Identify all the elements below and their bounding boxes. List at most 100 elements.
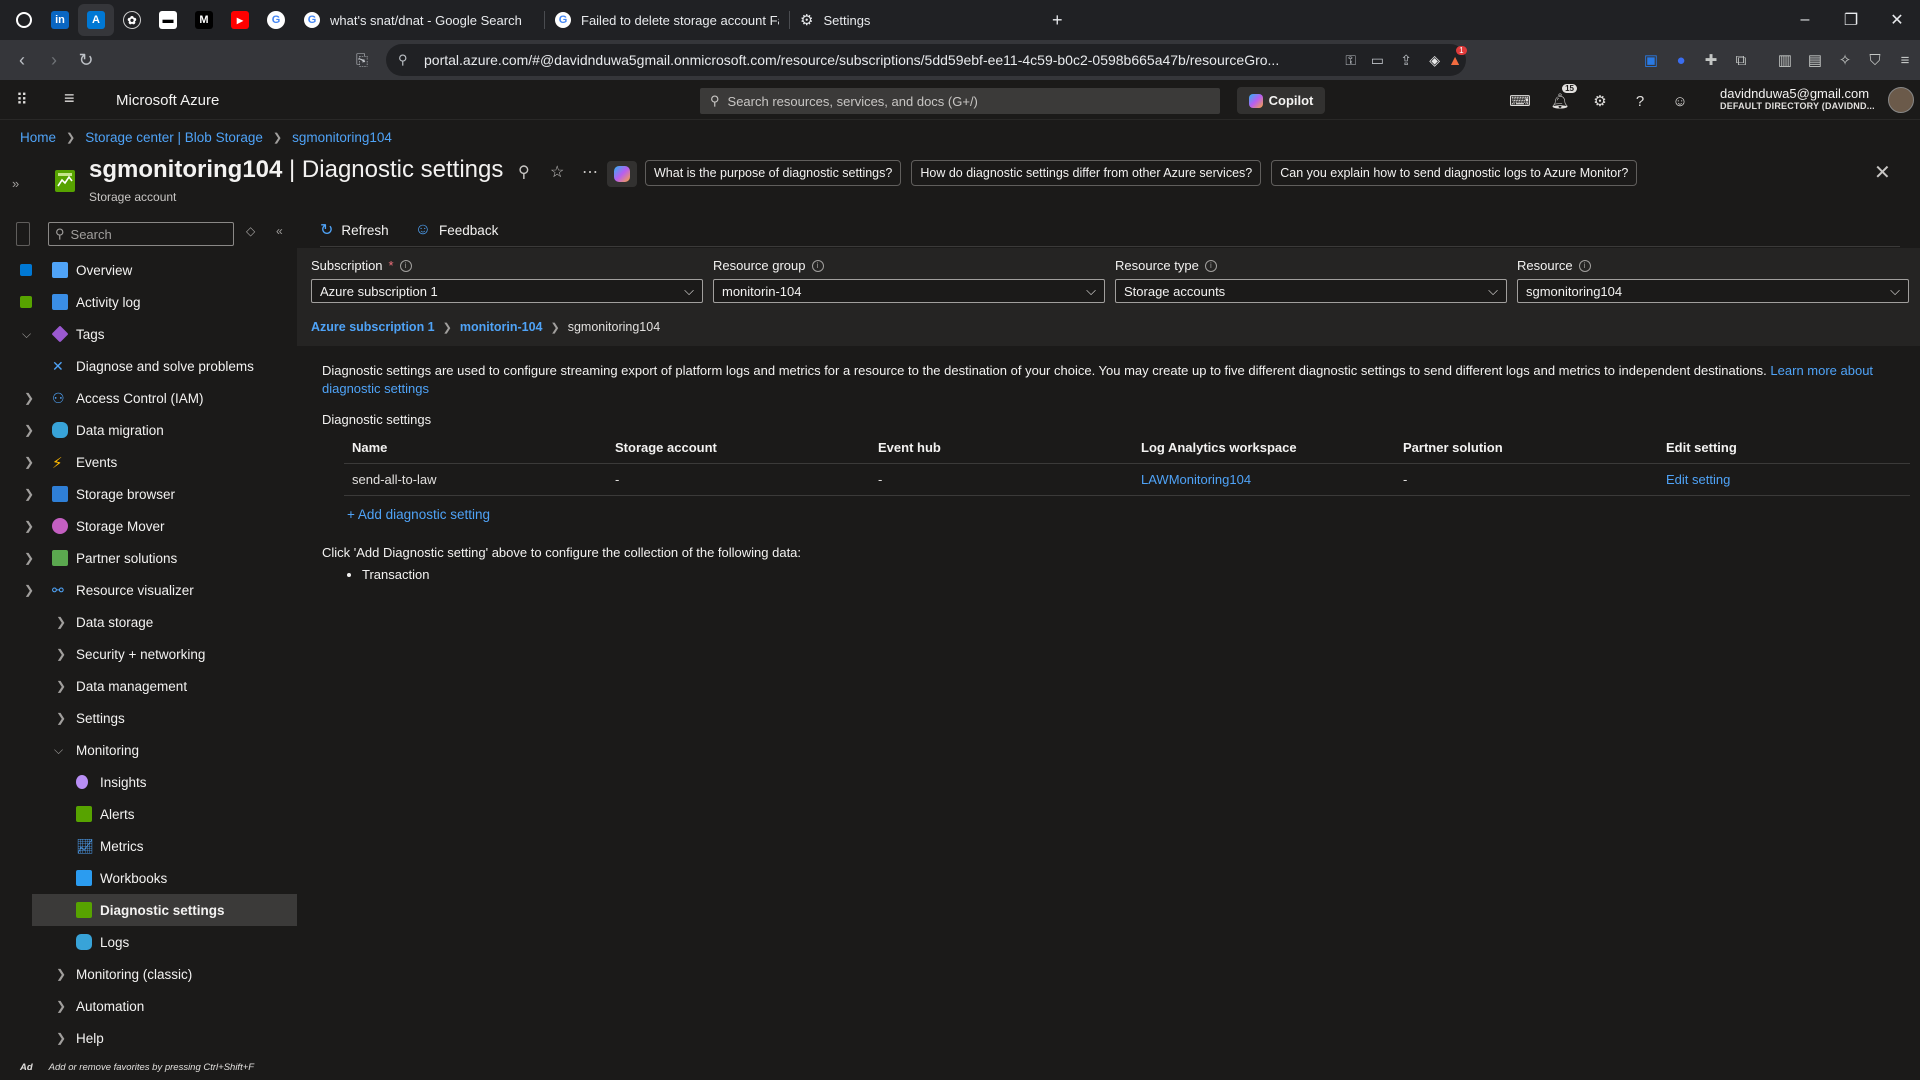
notifications-bell-icon[interactable]: 🔔︎ 15 [1549, 84, 1577, 112]
subscription-select[interactable]: Azure subscription 1 ⌵ [311, 279, 703, 303]
close-blade-icon[interactable]: ✕ [1874, 160, 1891, 185]
feedback-button[interactable]: ☺ Feedback [415, 220, 499, 240]
cloud-shell-icon[interactable]: ⌨ [1509, 90, 1531, 112]
sidebar-group-security-networking[interactable]: ❯ Security + networking [0, 638, 297, 670]
scope-resource-group-link[interactable]: monitorin-104 [460, 320, 543, 334]
sidebar-item-storage-mover[interactable]: ❯ Storage Mover [0, 510, 297, 542]
portal-brand[interactable]: Microsoft Azure [116, 92, 219, 109]
sort-icon[interactable]: ◇ [246, 224, 255, 238]
settings-gear-icon[interactable]: ⚙ [1589, 90, 1611, 112]
leo-ai-icon[interactable]: ✧ [1830, 45, 1860, 75]
pinned-tab-youtube[interactable]: ▶ [222, 4, 258, 36]
reload-button[interactable]: ↻ [70, 44, 102, 76]
sidebar-group-help[interactable]: ❯ Help [0, 1022, 297, 1054]
suggestion-chip[interactable]: What is the purpose of diagnostic settin… [645, 160, 902, 186]
feedback-icon[interactable]: ☺ [1669, 90, 1691, 112]
add-diagnostic-setting-link[interactable]: + Add diagnostic setting [347, 507, 490, 522]
sidebar-item-partner-solutions[interactable]: ❯ Partner solutions [0, 542, 297, 574]
minimize-button[interactable]: – [1782, 11, 1828, 29]
pinned-tab-azure[interactable]: A [78, 4, 114, 36]
sidebar-item-overview[interactable]: Overview [0, 254, 297, 286]
sidebar-group-settings[interactable]: ❯ Settings [0, 702, 297, 734]
sidebar-item-activity-log[interactable]: Activity log [0, 286, 297, 318]
address-bar[interactable]: ⚲ portal.azure.com/#@davidnduwa5gmail.on… [386, 44, 1467, 76]
pinned-tab-google[interactable]: G [258, 4, 294, 36]
pinned-tab-linkedin[interactable]: in [42, 4, 78, 36]
info-icon[interactable]: i [811, 259, 824, 272]
brave-rewards-icon[interactable]: ▲ 1 [1448, 46, 1467, 68]
scope-subscription-link[interactable]: Azure subscription 1 [311, 320, 435, 334]
sidebar-item-data-migration[interactable]: ❯ Data migration [0, 414, 297, 446]
sidebar-group-monitoring-classic[interactable]: ❯ Monitoring (classic) [0, 958, 297, 990]
resource-select[interactable]: sgmonitoring104 ⌵ [1517, 279, 1909, 303]
favorite-star-icon[interactable]: ☆ [550, 162, 564, 182]
resource-group-select[interactable]: monitorin-104 ⌵ [713, 279, 1105, 303]
pinned-tab-github[interactable] [6, 4, 42, 36]
breadcrumb-home[interactable]: Home [20, 130, 56, 145]
expand-sidebar-icon[interactable]: » [12, 176, 19, 191]
sidebar-group-data-management[interactable]: ❯ Data management [0, 670, 297, 702]
sidebar-item-storage-browser[interactable]: ❯ Storage browser [0, 478, 297, 510]
info-icon[interactable]: i [1204, 259, 1217, 272]
suggestion-chip[interactable]: Can you explain how to send diagnostic l… [1271, 160, 1638, 186]
sidebar-item-tags[interactable]: ⌵ Tags [0, 318, 297, 350]
portal-menu-icon[interactable]: ≡ [64, 88, 75, 109]
breadcrumb-storage-center[interactable]: Storage center | Blob Storage [85, 130, 263, 145]
bookmark-icon[interactable]: ⎘ [346, 44, 378, 76]
pinned-tab-openai[interactable]: ✿ [114, 4, 150, 36]
more-options-icon[interactable]: ⋯ [582, 162, 598, 182]
back-button[interactable]: ‹ [6, 44, 38, 76]
screenshot-icon[interactable]: ⧉ [1726, 45, 1756, 75]
browser-tab-failed-delete[interactable]: G Failed to delete storage account Faile [545, 4, 789, 36]
info-icon[interactable]: i [1578, 259, 1591, 272]
browser-tab-settings[interactable]: ⚙ Settings [790, 4, 1040, 36]
pin-icon[interactable]: ⚲ [518, 162, 530, 182]
sidebar-item-logs[interactable]: Logs [0, 926, 297, 958]
app-launcher-icon[interactable]: ⠿ [16, 90, 28, 110]
browser-menu-icon[interactable]: ≡ [1890, 45, 1920, 75]
extension-circle-icon[interactable]: ● [1666, 45, 1696, 75]
close-window-button[interactable]: ✕ [1874, 10, 1920, 30]
info-icon[interactable]: i [399, 259, 412, 272]
cast-icon[interactable]: ▭ [1371, 52, 1384, 69]
sidebar-group-automation[interactable]: ❯ Automation [0, 990, 297, 1022]
menu-search-input[interactable]: ⚲ Search [48, 222, 234, 246]
password-key-icon[interactable]: ⚿ [1345, 52, 1356, 69]
sidebar-item-events[interactable]: ❯ ⚡︎ Events [0, 446, 297, 478]
edit-setting-link[interactable]: Edit setting [1666, 472, 1730, 487]
forward-button[interactable]: › [38, 44, 70, 76]
browser-tab-google-search[interactable]: G what's snat/dnat - Google Search [294, 4, 544, 36]
site-info-icon[interactable]: ⚲ [398, 52, 408, 68]
extensions-puzzle-icon[interactable]: ✚ [1696, 45, 1726, 75]
sidebar-item-metrics[interactable]: 📈︎ Metrics [0, 830, 297, 862]
collapse-menu-icon[interactable]: « [276, 224, 283, 238]
pinned-tab-notion[interactable]: ▬ [150, 4, 186, 36]
sidebar-group-monitoring[interactable]: ⌵ Monitoring [0, 734, 297, 766]
wallet-icon[interactable]: ▤ [1800, 45, 1830, 75]
suggestion-chip[interactable]: How do diagnostic settings differ from o… [911, 160, 1262, 186]
global-search-input[interactable]: ⚲ Search resources, services, and docs (… [700, 88, 1220, 114]
sidebar-item-iam[interactable]: ❯ ⚇ Access Control (IAM) [0, 382, 297, 414]
log-analytics-workspace-link[interactable]: LAWMonitoring104 [1141, 472, 1251, 487]
account-menu[interactable]: davidnduwa5@gmail.com DEFAULT DIRECTORY … [1720, 86, 1875, 111]
brave-shield-icon[interactable]: ◈ [1429, 52, 1440, 69]
avatar[interactable] [1888, 87, 1914, 113]
new-tab-button[interactable]: + [1040, 4, 1075, 36]
sidebar-item-insights[interactable]: Insights [0, 766, 297, 798]
share-icon[interactable]: ⇪ [1400, 52, 1412, 69]
refresh-button[interactable]: ↻ Refresh [320, 220, 389, 240]
help-icon[interactable]: ? [1629, 90, 1651, 112]
sidebar-item-resource-visualizer[interactable]: ❯ ⚯ Resource visualizer [0, 574, 297, 606]
copilot-button[interactable]: Copilot [1237, 87, 1325, 114]
sidebar-item-workbooks[interactable]: Workbooks [0, 862, 297, 894]
restore-button[interactable]: ❐ [1828, 10, 1874, 30]
pinned-tab-medium[interactable]: M [186, 4, 222, 36]
resource-type-select[interactable]: Storage accounts ⌵ [1115, 279, 1507, 303]
breadcrumb-resource[interactable]: sgmonitoring104 [292, 130, 392, 145]
sidebar-toggle-icon[interactable]: ▥ [1770, 45, 1800, 75]
sidebar-group-data-storage[interactable]: ❯ Data storage [0, 606, 297, 638]
extension-bitwarden-icon[interactable]: ▣ [1636, 45, 1666, 75]
sidebar-item-diagnostic-settings[interactable]: Diagnostic settings [32, 894, 297, 926]
sidebar-item-alerts[interactable]: Alerts [0, 798, 297, 830]
sidebar-item-diagnose[interactable]: ✕ Diagnose and solve problems [0, 350, 297, 382]
